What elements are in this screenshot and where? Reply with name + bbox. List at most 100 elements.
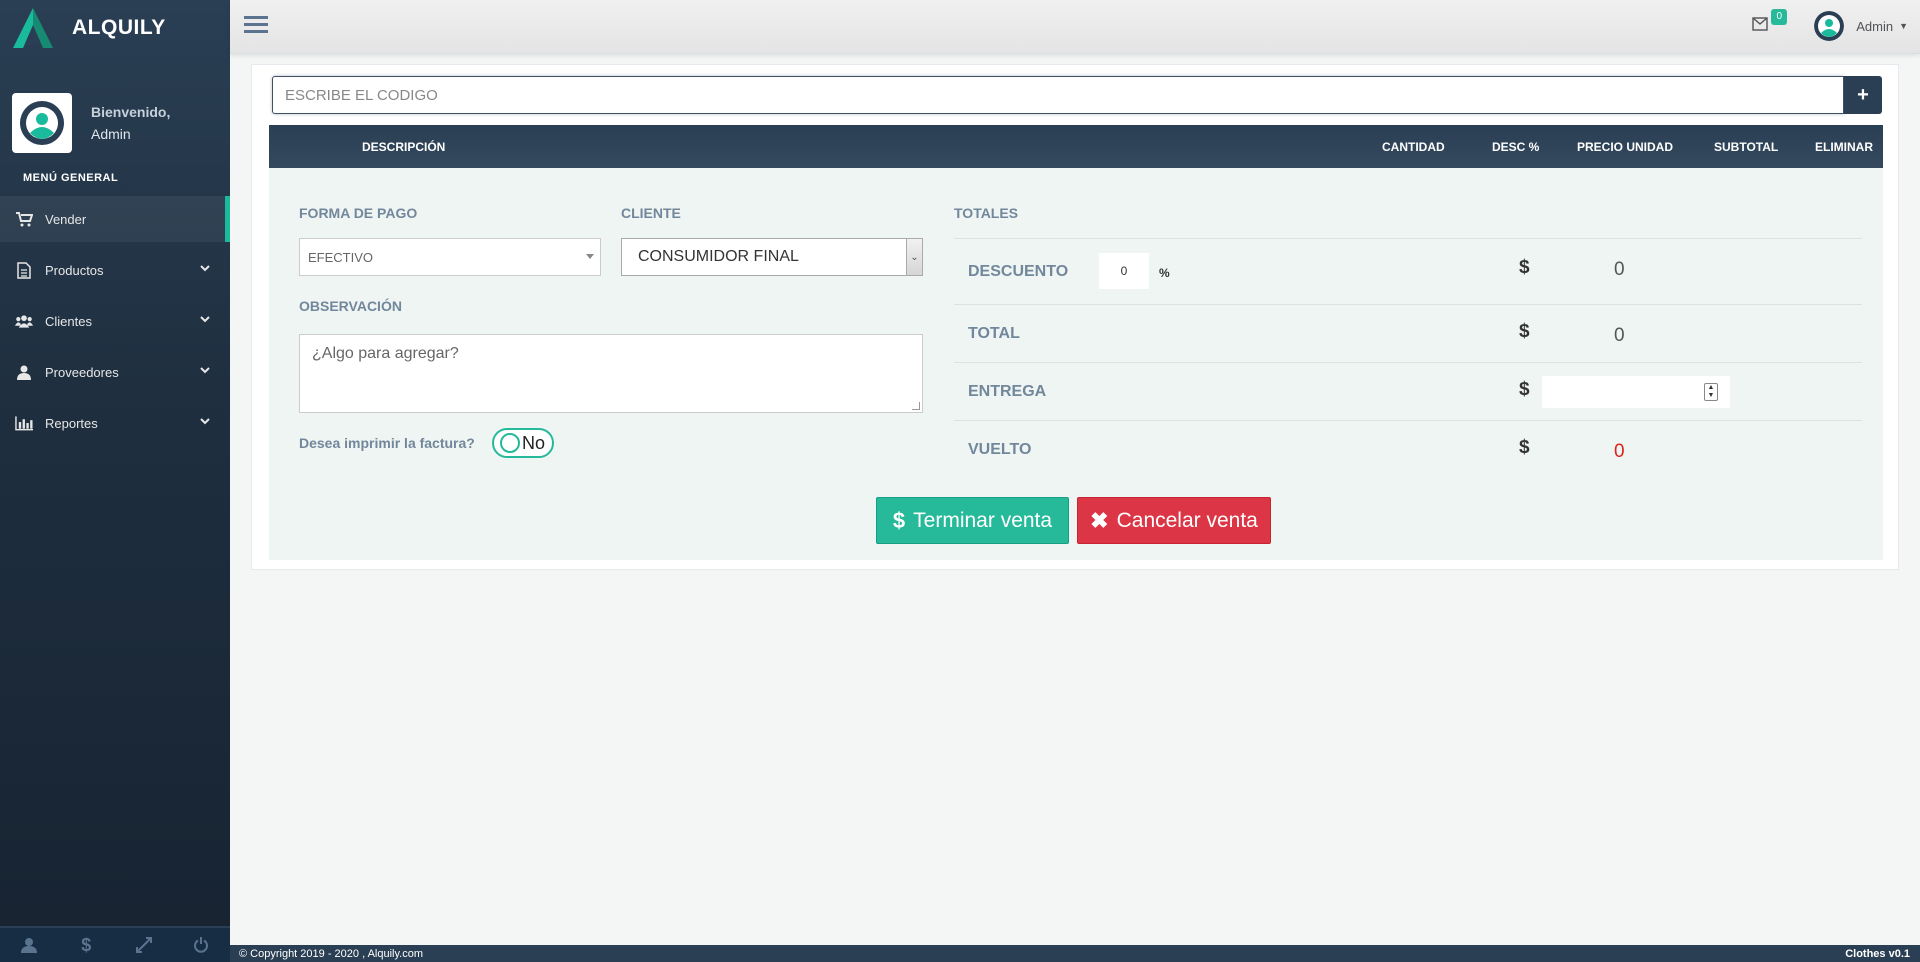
cancel-sale-label: Cancelar venta [1116,508,1258,532]
delivery-row: ENTREGA $ ▲ ▼ [954,362,1862,420]
observation-textarea[interactable]: ¿Algo para agregar? [299,334,923,413]
bar-chart-icon [15,414,33,432]
finish-sale-label: Terminar venta [913,508,1053,532]
profile-footer-button[interactable] [0,928,58,962]
avatar [1814,11,1845,41]
currency-symbol: $ [1519,437,1530,458]
users-icon [15,312,33,330]
code-search-input[interactable] [272,76,1844,114]
profile: Bienvenido, Admin [0,74,230,154]
user-icon [15,363,33,381]
cancel-sale-button[interactable]: ✖ Cancelar venta [1077,497,1271,544]
fullscreen-footer-button[interactable] [115,928,173,962]
change-row: VUELTO $ 0 [954,420,1862,478]
top-navbar: 0 Admin ▼ [230,0,1920,54]
sidebar-item-productos[interactable]: Productos [0,247,230,293]
sidebar-item-clientes[interactable]: Clientes [0,298,230,344]
brand[interactable]: ALQUILY [0,0,230,56]
sidebar-item-label: Productos [45,262,104,278]
sidebar-item-reportes[interactable]: Reportes [0,400,230,446]
discount-amount: 0 [1614,259,1625,280]
col-cantidad: CANTIDAD [1382,140,1445,154]
currency-symbol: $ [1519,379,1530,400]
user-icon [20,938,37,953]
percent-sign: % [1159,266,1170,280]
brand-logo-icon [13,8,53,48]
user-menu[interactable]: Admin ▼ [1814,11,1908,41]
chevron-down-icon [200,367,210,374]
profile-name: Admin [91,126,131,142]
sidebar-footer: $ [0,926,230,962]
expand-icon [135,937,152,953]
discount-label: DESCUENTO [968,263,1069,280]
observation-label: OBSERVACIÓN [299,298,402,314]
version-text: Clothes v0.1 [1845,947,1910,960]
toggle-label: No [522,432,546,453]
total-row: TOTAL $ 0 [954,304,1862,362]
chevron-down-icon [200,316,210,323]
total-label: TOTAL [968,325,1020,342]
close-icon: ✖ [1090,507,1109,533]
menu-toggle-icon[interactable] [244,14,268,36]
print-invoice-label: Desea imprimir la factura? [299,435,475,451]
chevron-down-icon [200,265,210,272]
caret-down-icon [586,254,594,259]
chevron-down-icon [200,418,210,425]
caret-down-icon: ▼ [1899,21,1908,31]
totals-section: TOTALES DESCUENTO 0 % $ 0 TOTAL $ 0 ENTR… [954,168,1862,468]
document-icon [15,261,33,279]
avatar-icon [20,101,64,145]
number-spinner-icon[interactable]: ▲ ▼ [1704,383,1718,401]
envelope-icon[interactable] [1752,17,1768,31]
products-table-header: DESCRIPCIÓN CANTIDAD DESC % PRECIO UNIDA… [269,125,1883,168]
sidebar-item-vender[interactable]: Vender [0,196,230,242]
col-subtotal: SUBTOTAL [1714,140,1779,154]
payment-method-select[interactable]: EFECTIVO [299,238,601,276]
discount-row: DESCUENTO 0 % $ 0 [954,238,1862,304]
payment-method-label: FORMA DE PAGO [299,205,418,221]
logout-footer-button[interactable] [173,928,231,962]
chevron-down-icon: ⌄ [906,239,922,275]
sale-panel: + DESCRIPCIÓN CANTIDAD DESC % PRECIO UNI… [251,64,1899,570]
finish-sale-button[interactable]: $ Terminar venta [876,497,1069,544]
print-invoice-toggle[interactable]: No [492,428,554,458]
col-descripcion: DESCRIPCIÓN [362,140,446,154]
page-footer: © Copyright 2019 - 2020 , Alquily.com Cl… [230,945,1920,962]
sidebar-menu: Vender Productos Clientes Proveedores Re… [0,196,230,446]
power-icon [194,937,209,953]
discount-input[interactable]: 0 [1099,253,1149,289]
change-label: VUELTO [968,441,1032,458]
avatar [12,93,72,153]
resize-grip-icon [912,402,920,410]
client-label: CLIENTE [621,205,681,221]
cart-icon [15,210,33,228]
dollar-footer-button[interactable]: $ [58,928,116,962]
col-eliminar: ELIMINAR [1815,140,1873,154]
totals-title: TOTALES [954,205,1019,221]
sidebar-item-label: Reportes [45,415,98,431]
brand-name: ALQUILY [72,16,166,39]
sidebar-item-label: Clientes [45,313,92,329]
user-name: Admin [1856,18,1894,34]
dollar-icon: $ [892,507,906,533]
sidebar-item-label: Proveedores [45,364,119,380]
delivery-input[interactable]: ▲ ▼ [1542,376,1730,408]
change-amount: 0 [1614,441,1625,462]
code-search-row: + [272,76,1882,114]
client-value: CONSUMIDOR FINAL [638,248,799,265]
sale-form-area: FORMA DE PAGO EFECTIVO CLIENTE CONSUMIDO… [269,168,1883,560]
copyright-text: © Copyright 2019 - 2020 , Alquily.com [239,947,423,960]
sidebar-item-label: Vender [45,211,87,227]
col-desc: DESC % [1492,140,1540,154]
total-amount: 0 [1614,325,1625,346]
toggle-knob [500,433,520,453]
dollar-icon: $ [81,934,92,955]
sidebar-item-proveedores[interactable]: Proveedores [0,349,230,395]
delivery-label: ENTREGA [968,383,1047,400]
col-precio: PRECIO UNIDAD [1577,140,1674,154]
discount-input-value: 0 [1120,264,1128,278]
observation-placeholder: ¿Algo para agregar? [312,345,459,362]
client-select[interactable]: CONSUMIDOR FINAL ⌄ [621,238,923,276]
add-product-button[interactable]: + [1844,76,1882,114]
mail-count-badge: 0 [1771,9,1787,25]
